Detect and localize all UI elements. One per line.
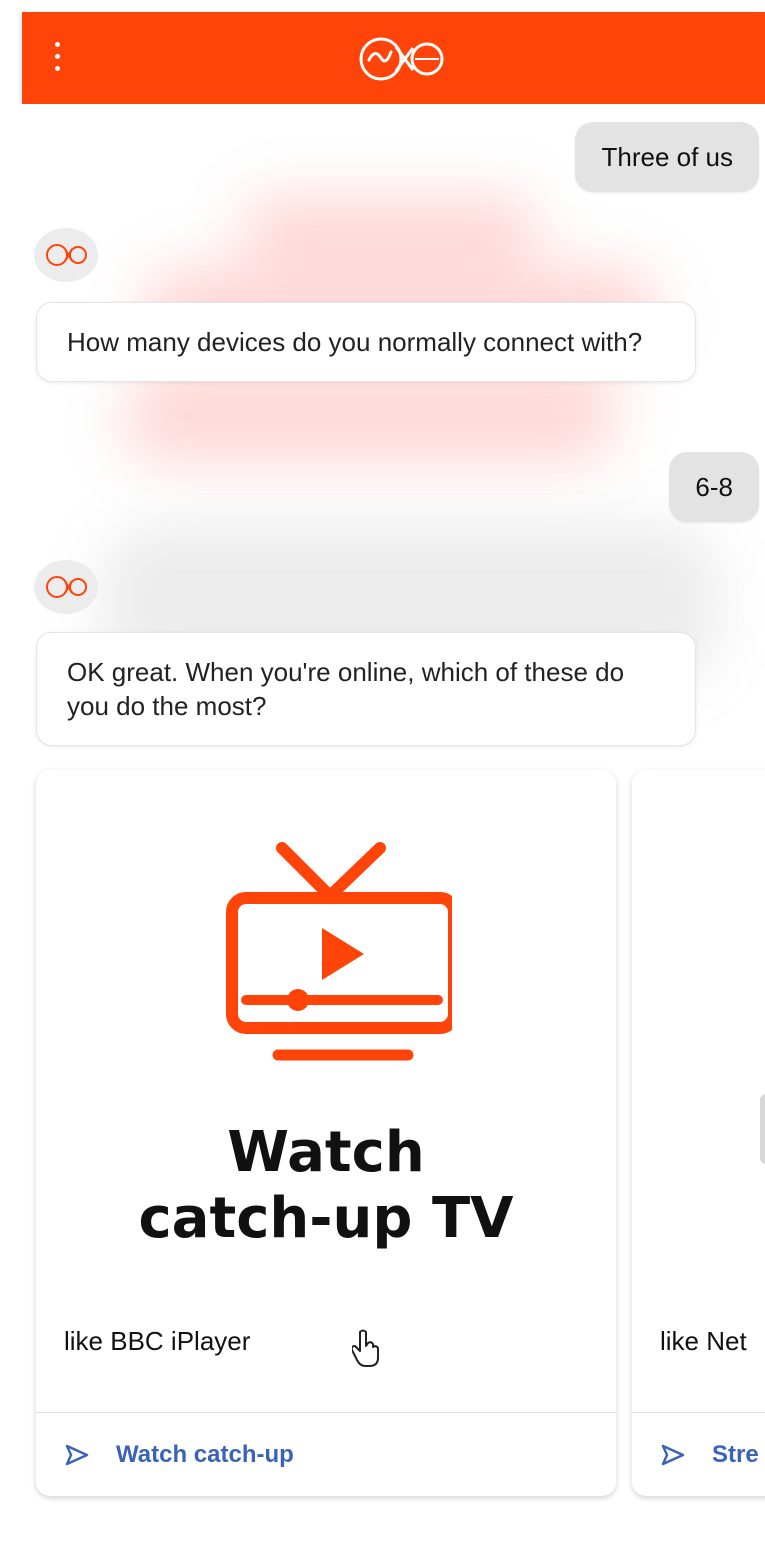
virgin-media-logo: [359, 37, 444, 81]
bot-avatar: [34, 560, 98, 614]
virgin-media-logo-icon: [46, 244, 87, 266]
card-action-label: Watch catch-up: [116, 1441, 294, 1468]
card-divider: [36, 1412, 616, 1413]
virgin-media-logo-icon: [46, 576, 87, 598]
more-vertical-icon[interactable]: [46, 40, 70, 76]
stream-button[interactable]: Stre: [660, 1430, 759, 1480]
card-title: Watch: [227, 1120, 425, 1185]
app-header: [22, 12, 765, 104]
card-subtitle: like BBC iPlayer: [64, 1326, 251, 1356]
card-action-label: Stre: [712, 1441, 759, 1468]
bot-message-text: OK great. When you're online, which of t…: [67, 657, 625, 721]
watch-catch-up-button[interactable]: Watch catch-up: [64, 1430, 294, 1480]
tv-play-icon: [226, 842, 452, 1061]
user-message-devices: 6-8: [669, 452, 759, 522]
card-divider: [632, 1412, 765, 1413]
bot-avatar: [34, 228, 98, 282]
option-card-catch-up-tv[interactable]: Watch catch-up TV like BBC iPlayer Watch…: [36, 770, 616, 1496]
option-card-streaming[interactable]: like Net Stre: [632, 770, 765, 1496]
user-message-text: 6-8: [695, 472, 733, 502]
hand-pointer-icon: [352, 1329, 379, 1367]
user-message-text: Three of us: [601, 142, 733, 172]
bot-message-devices: How many devices do you normally connect…: [36, 302, 696, 382]
card-title: catch-up TV: [138, 1186, 514, 1251]
chat-transcript: Three of us How many devices do you norm…: [0, 104, 765, 1557]
carousel-next-handle[interactable]: [760, 1094, 765, 1164]
user-message-household: Three of us: [575, 122, 759, 192]
card-subtitle: like Net: [660, 1326, 747, 1356]
send-arrow-icon: [661, 1444, 685, 1466]
bot-message-activity: OK great. When you're online, which of t…: [36, 632, 696, 746]
bot-message-text: How many devices do you normally connect…: [67, 327, 643, 357]
send-arrow-icon: [65, 1444, 89, 1466]
